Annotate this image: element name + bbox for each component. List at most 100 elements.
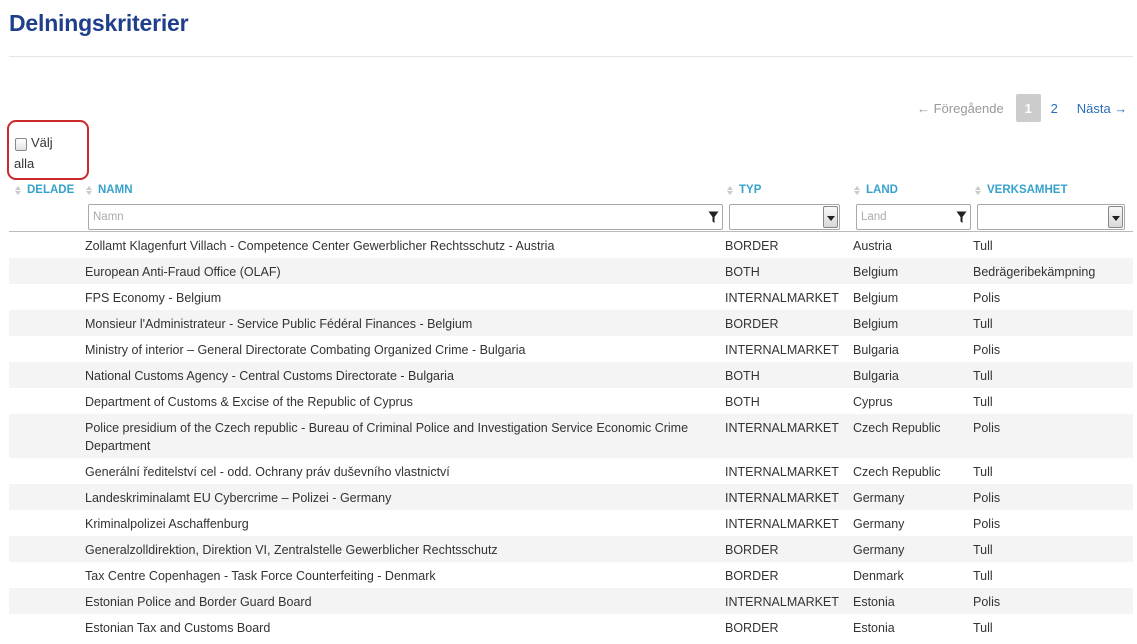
- row-type: BORDER: [725, 543, 779, 557]
- row-name: Generální ředitelství cel - odd. Ochrany…: [85, 465, 450, 479]
- row-name: Generalzolldirektion, Direktion VI, Zent…: [85, 543, 498, 557]
- sort-icon: [15, 185, 21, 195]
- row-activity: Polis: [973, 595, 1001, 609]
- name-filter-input[interactable]: [89, 205, 722, 229]
- title-divider: [9, 56, 1133, 57]
- row-name: Estonian Tax and Customs Board: [85, 621, 271, 635]
- row-activity: Bedrägeribekämpning: [973, 265, 1096, 279]
- row-name: National Customs Agency - Central Custom…: [85, 369, 454, 383]
- row-name: FPS Economy - Belgium: [85, 291, 222, 305]
- row-activity: Tull: [973, 621, 993, 635]
- column-header-delade[interactable]: DELADE: [15, 182, 74, 198]
- table-row[interactable]: Kriminalpolizei Aschaffenburg INTERNALMA…: [9, 510, 1133, 536]
- row-country: Bulgaria: [853, 343, 899, 357]
- row-type: INTERNALMARKET: [725, 595, 839, 609]
- country-filter-input[interactable]: [857, 205, 970, 229]
- row-type: BORDER: [725, 317, 779, 331]
- row-country: Denmark: [853, 569, 904, 583]
- sort-icon: [86, 185, 92, 195]
- page-1-link[interactable]: 1: [1015, 94, 1041, 122]
- row-country: Belgium: [853, 291, 899, 305]
- row-country: Germany: [853, 491, 905, 505]
- row-type: BORDER: [725, 569, 779, 583]
- previous-page-link[interactable]: ← Föregående: [917, 101, 1004, 116]
- table-row[interactable]: Zollamt Klagenfurt Villach - Competence …: [9, 232, 1133, 258]
- table-row[interactable]: National Customs Agency - Central Custom…: [9, 362, 1133, 388]
- row-name: Zollamt Klagenfurt Villach - Competence …: [85, 239, 555, 253]
- row-country: Czech Republic: [853, 465, 941, 479]
- row-name: Tax Centre Copenhagen - Task Force Count…: [85, 569, 436, 583]
- row-activity: Polis: [973, 517, 1001, 531]
- sort-icon: [975, 185, 981, 195]
- filter-icon[interactable]: [956, 211, 967, 224]
- results-table: Zollamt Klagenfurt Villach - Competence …: [9, 232, 1133, 640]
- page-2-link[interactable]: 2: [1042, 94, 1067, 122]
- table-row[interactable]: European Anti-Fraud Office (OLAF) BOTH B…: [9, 258, 1133, 284]
- column-header-namn[interactable]: NAMN: [86, 182, 133, 198]
- row-type: BOTH: [725, 265, 760, 279]
- row-type: INTERNALMARKET: [725, 465, 839, 479]
- row-name: Landeskriminalamt EU Cybercrime – Polize…: [85, 491, 392, 505]
- table-row[interactable]: Police presidium of the Czech republic -…: [9, 414, 1133, 458]
- row-name: Estonian Police and Border Guard Board: [85, 595, 312, 609]
- row-activity: Polis: [973, 421, 1001, 435]
- type-filter-select[interactable]: [729, 204, 840, 230]
- next-page-link[interactable]: Nästa →: [1077, 101, 1128, 116]
- column-header-verksamhet[interactable]: VERKSAMHET: [975, 182, 1068, 198]
- select-all-checkbox[interactable]: [15, 138, 27, 151]
- row-country: Belgium: [853, 317, 899, 331]
- table-row[interactable]: Department of Customs & Excise of the Re…: [9, 388, 1133, 414]
- activity-filter-select[interactable]: [977, 204, 1125, 230]
- sort-icon: [854, 185, 860, 195]
- row-country: Belgium: [853, 265, 899, 279]
- table-row[interactable]: Generální ředitelství cel - odd. Ochrany…: [9, 458, 1133, 484]
- filter-icon[interactable]: [708, 211, 719, 224]
- table-row[interactable]: Estonian Tax and Customs Board BORDER Es…: [9, 614, 1133, 640]
- column-header-typ[interactable]: TYP: [727, 182, 761, 198]
- row-country: Estonia: [853, 595, 895, 609]
- row-type: INTERNALMARKET: [725, 517, 839, 531]
- table-row[interactable]: FPS Economy - Belgium INTERNALMARKET Bel…: [9, 284, 1133, 310]
- row-type: BOTH: [725, 395, 760, 409]
- row-name: Department of Customs & Excise of the Re…: [85, 395, 413, 409]
- column-header-land[interactable]: LAND: [854, 182, 898, 198]
- row-country: Czech Republic: [853, 421, 941, 435]
- row-type: INTERNALMARKET: [725, 421, 839, 435]
- row-type: BOTH: [725, 369, 760, 383]
- row-activity: Tull: [973, 543, 993, 557]
- row-name: European Anti-Fraud Office (OLAF): [85, 265, 281, 279]
- chevron-down-icon[interactable]: [823, 206, 838, 228]
- row-activity: Polis: [973, 491, 1001, 505]
- row-type: INTERNALMARKET: [725, 343, 839, 357]
- row-type: INTERNALMARKET: [725, 291, 839, 305]
- row-activity: Tull: [973, 465, 993, 479]
- row-country: Cyprus: [853, 395, 893, 409]
- row-name: Monsieur l'Administrateur - Service Publ…: [85, 317, 473, 331]
- row-activity: Tull: [973, 369, 993, 383]
- row-activity: Tull: [973, 395, 993, 409]
- row-country: Austria: [853, 239, 892, 253]
- row-activity: Polis: [973, 343, 1001, 357]
- table-row[interactable]: Tax Centre Copenhagen - Task Force Count…: [9, 562, 1133, 588]
- row-type: INTERNALMARKET: [725, 491, 839, 505]
- name-filter: [88, 204, 723, 230]
- pagination: ← Föregående 1 2 Nästa →: [917, 94, 1127, 122]
- row-activity: Tull: [973, 239, 993, 253]
- row-activity: Tull: [973, 317, 993, 331]
- row-country: Germany: [853, 543, 905, 557]
- table-row[interactable]: Generalzolldirektion, Direktion VI, Zent…: [9, 536, 1133, 562]
- select-all-label[interactable]: Välj: [31, 135, 53, 150]
- table-row[interactable]: Monsieur l'Administrateur - Service Publ…: [9, 310, 1133, 336]
- row-country: Estonia: [853, 621, 895, 635]
- row-name: Police presidium of the Czech republic -…: [85, 421, 689, 453]
- row-country: Germany: [853, 517, 905, 531]
- table-row[interactable]: Landeskriminalamt EU Cybercrime – Polize…: [9, 484, 1133, 510]
- row-name: Ministry of interior – General Directora…: [85, 343, 526, 357]
- chevron-down-icon[interactable]: [1108, 206, 1123, 228]
- row-activity: Polis: [973, 291, 1001, 305]
- row-type: BORDER: [725, 239, 779, 253]
- table-row[interactable]: Estonian Police and Border Guard Board I…: [9, 588, 1133, 614]
- table-row[interactable]: Ministry of interior – General Directora…: [9, 336, 1133, 362]
- select-all-label-continued[interactable]: alla: [14, 156, 34, 171]
- country-filter: [856, 204, 971, 230]
